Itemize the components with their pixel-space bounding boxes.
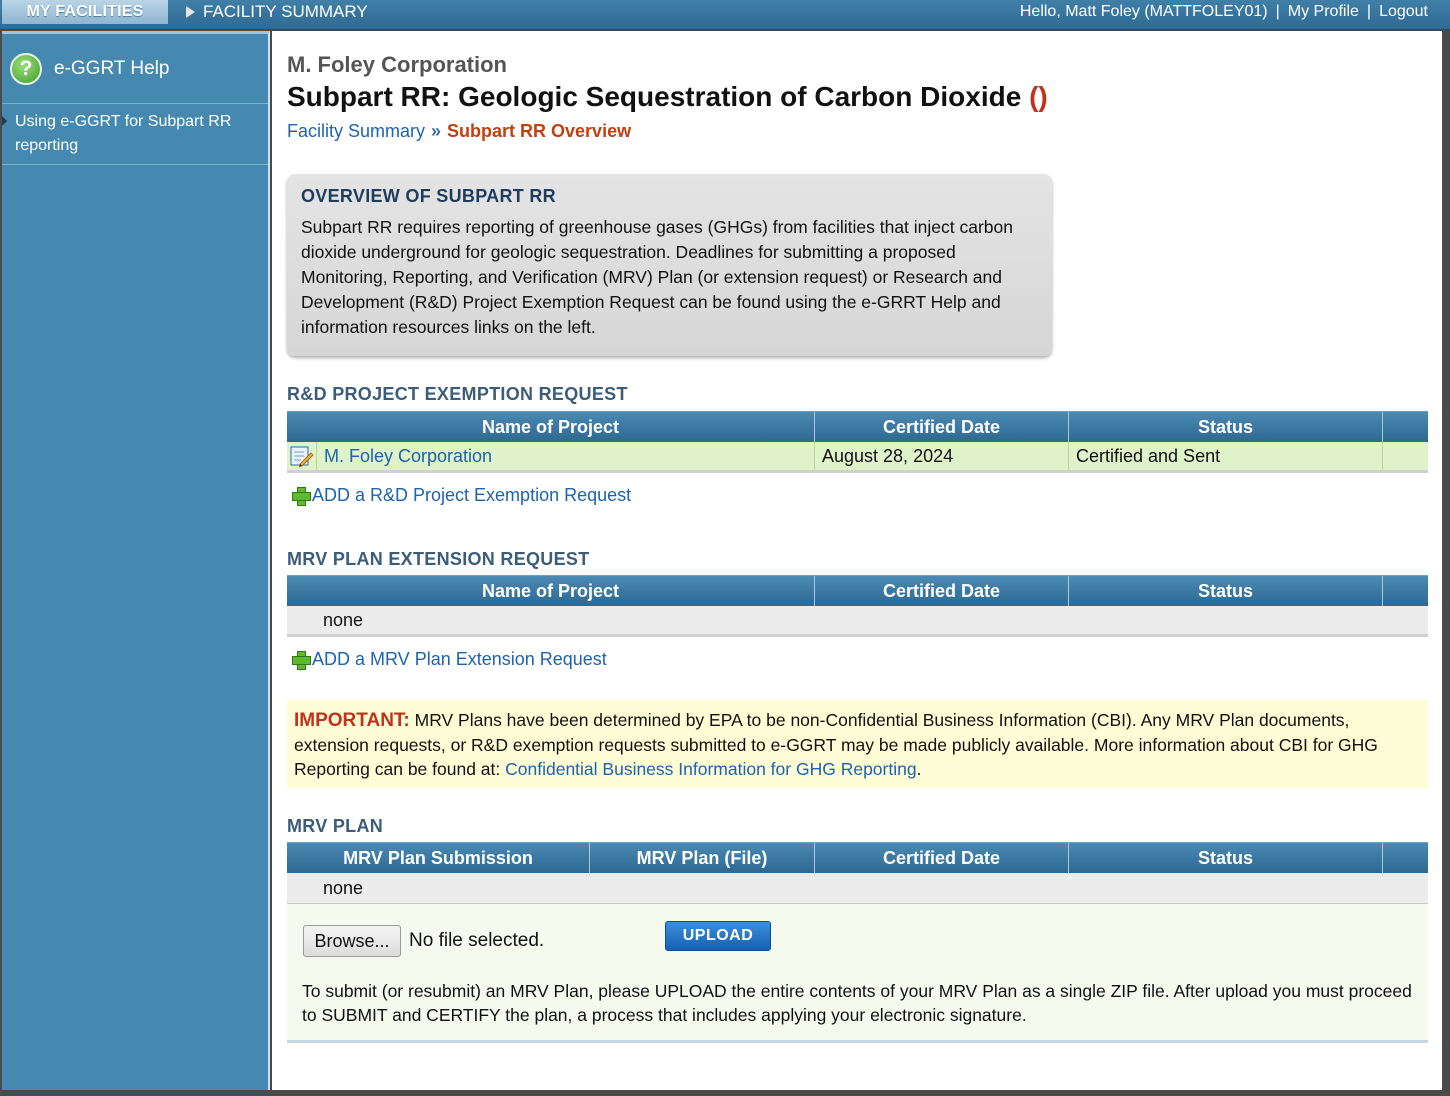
important-notice: IMPORTANT: MRV Plans have been determine… [287, 700, 1428, 788]
plus-icon [292, 487, 311, 506]
important-end: . [916, 759, 922, 779]
upload-button[interactable]: UPLOAD [665, 921, 771, 951]
column-header-date[interactable]: Certified Date [815, 412, 1069, 442]
pointer-arrow-icon [2, 116, 7, 126]
overview-box: OVERVIEW OF SUBPART RR Subpart RR requir… [287, 174, 1052, 356]
play-arrow-icon [186, 6, 195, 18]
tab-facility-summary[interactable]: FACILITY SUMMARY [186, 0, 368, 24]
my-profile-link[interactable]: My Profile [1288, 3, 1359, 21]
sidebar-item-label: Using e-GGRT for Subpart RR reporting [15, 113, 232, 154]
empty-message: none [323, 609, 364, 630]
overview-body: Subpart RR requires reporting of greenho… [301, 217, 1013, 337]
plus-icon [292, 651, 311, 670]
add-mrv-extension-link[interactable]: ADD a MRV Plan Extension Request [292, 649, 607, 670]
rd-section-title: R&D PROJECT EXEMPTION REQUEST [287, 384, 628, 404]
mrv-section-title: MRV PLAN [287, 816, 384, 836]
table-row-empty: none [287, 873, 1428, 904]
mrv-table: MRV Plan Submission MRV Plan (File) Cert… [287, 842, 1428, 904]
add-rd-exemption-label[interactable]: ADD a R&D Project Exemption Request [312, 485, 631, 506]
column-header-date[interactable]: Certified Date [815, 843, 1069, 873]
top-navigation-bar: MY FACILITIES FACILITY SUMMARY Hello, Ma… [0, 0, 1450, 30]
empty-message: none [323, 877, 364, 898]
column-header-status[interactable]: Status [1069, 576, 1383, 606]
ext-table: Name of Project Certified Date Status no… [287, 575, 1428, 637]
column-header-name[interactable]: Name of Project [287, 412, 815, 442]
breadcrumb-current: Subpart RR Overview [447, 121, 632, 141]
main-content: M. Foley Corporation Subpart RR: Geologi… [272, 31, 1442, 1090]
organization-name: M. Foley Corporation [287, 52, 507, 77]
sidebar-help-label: e-GGRT Help [54, 57, 170, 79]
column-header-submission[interactable]: MRV Plan Submission [287, 843, 590, 873]
separator: | [1275, 3, 1280, 20]
column-header-status[interactable]: Status [1069, 412, 1383, 442]
ext-section-title: MRV PLAN EXTENSION REQUEST [287, 549, 590, 569]
column-header-blank [1383, 412, 1428, 442]
column-header-blank [1383, 576, 1428, 606]
window-edge [1442, 31, 1450, 1090]
page-title-paren: () [1029, 81, 1048, 112]
sidebar: ? e-GGRT Help Using e-GGRT for Subpart R… [2, 31, 270, 1090]
important-label: IMPORTANT: [294, 710, 410, 731]
table-row-empty: none [287, 606, 1428, 637]
add-mrv-extension-label[interactable]: ADD a MRV Plan Extension Request [312, 649, 607, 670]
breadcrumb: Facility Summary » Subpart RR Overview [287, 121, 631, 142]
tab-my-facilities[interactable]: MY FACILITIES [2, 0, 168, 24]
column-header-name[interactable]: Name of Project [287, 576, 815, 606]
file-status-text: No file selected. [409, 930, 545, 951]
user-menu: Hello, Matt Foley (MATTFOLEY01) | My Pro… [1020, 0, 1428, 24]
cell-project-name: M. Foley Corporation [317, 442, 815, 470]
sidebar-help-header[interactable]: ? e-GGRT Help [2, 34, 268, 104]
edit-document-icon[interactable] [287, 442, 317, 470]
project-link[interactable]: M. Foley Corporation [324, 446, 492, 467]
cell-blank [1383, 442, 1428, 470]
column-header-date[interactable]: Certified Date [815, 576, 1069, 606]
help-icon: ? [10, 52, 42, 85]
separator: | [1366, 3, 1372, 20]
breadcrumb-separator: » [431, 121, 442, 141]
page-title: Subpart RR: Geologic Sequestration of Ca… [287, 81, 1048, 113]
cbi-link[interactable]: Confidential Business Information for GH… [505, 759, 916, 779]
overview-heading: OVERVIEW OF SUBPART RR [301, 186, 556, 206]
add-rd-exemption-link[interactable]: ADD a R&D Project Exemption Request [292, 485, 631, 506]
rd-table: Name of Project Certified Date Status M.… [287, 411, 1428, 473]
tab-facility-summary-label: FACILITY SUMMARY [203, 2, 368, 21]
mrv-upload-panel: Browse... No file selected. UPLOAD To su… [287, 904, 1428, 1043]
breadcrumb-facility-summary[interactable]: Facility Summary [287, 121, 425, 141]
user-greeting: Hello, Matt Foley (MATTFOLEY01) [1019, 3, 1268, 20]
logout-link[interactable]: Logout [1379, 3, 1428, 21]
cell-certified-date: August 28, 2024 [815, 442, 1069, 470]
rd-table-header: Name of Project Certified Date Status [287, 411, 1428, 442]
ext-table-header: Name of Project Certified Date Status [287, 575, 1428, 606]
sidebar-item-using-eggrt[interactable]: Using e-GGRT for Subpart RR reporting [2, 104, 268, 165]
page-title-text: Subpart RR: Geologic Sequestration of Ca… [287, 81, 1022, 112]
column-header-blank [1383, 843, 1428, 873]
cell-status: Certified and Sent [1069, 442, 1383, 470]
mrv-table-header: MRV Plan Submission MRV Plan (File) Cert… [287, 842, 1428, 873]
column-header-status[interactable]: Status [1069, 843, 1383, 873]
table-row[interactable]: M. Foley Corporation August 28, 2024 Cer… [287, 442, 1428, 473]
upload-instructions: To submit (or resubmit) an MRV Plan, ple… [302, 981, 1412, 1025]
browse-button[interactable]: Browse... [303, 925, 401, 957]
column-header-file[interactable]: MRV Plan (File) [590, 843, 815, 873]
